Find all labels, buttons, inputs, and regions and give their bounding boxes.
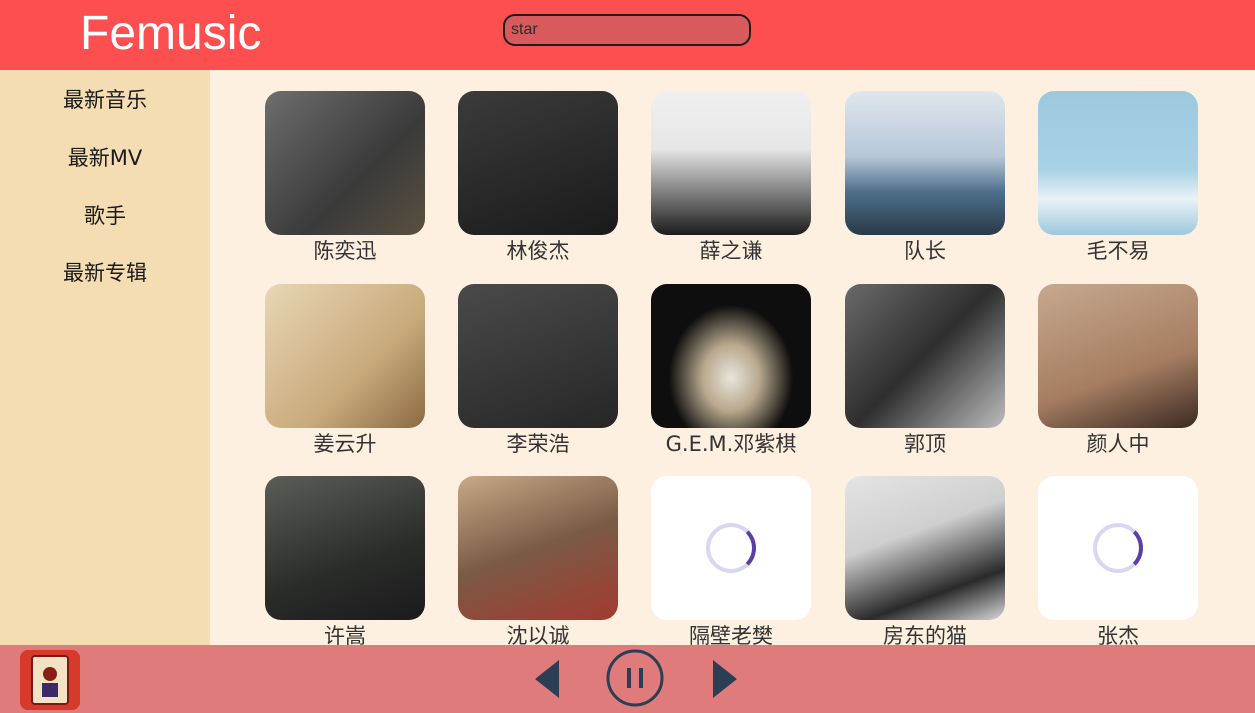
pause-button[interactable] (606, 649, 664, 711)
artist-card[interactable]: 李荣浩 (458, 284, 618, 477)
artist-name: 沈以诚 (506, 624, 570, 645)
next-button[interactable] (710, 658, 740, 704)
artist-name: 林俊杰 (506, 239, 570, 263)
artist-name: 隔壁老樊 (689, 624, 773, 645)
artist-photo (265, 476, 425, 620)
artist-name: 颜人中 (1086, 432, 1150, 456)
artist-photo-loading (651, 476, 811, 620)
artist-card[interactable]: 张杰 (1038, 476, 1198, 645)
artist-photo (458, 476, 618, 620)
artist-card[interactable]: G.E.M.邓紫棋 (651, 284, 811, 477)
artist-photo (845, 284, 1005, 428)
artist-photo (651, 284, 811, 428)
sidebar-item-latest-albums[interactable]: 最新专辑 (0, 257, 210, 287)
artist-name: 许嵩 (324, 624, 366, 645)
artist-photo (458, 91, 618, 235)
artist-photo (265, 284, 425, 428)
artist-card[interactable]: 房东的猫 (845, 476, 1005, 645)
artist-card[interactable]: 姜云升 (265, 284, 425, 477)
search-input[interactable] (503, 14, 751, 46)
artist-photo (845, 91, 1005, 235)
artist-name: 房东的猫 (883, 624, 967, 645)
artist-card[interactable]: 郭顶 (845, 284, 1005, 477)
artist-card[interactable]: 许嵩 (265, 476, 425, 645)
top-bar: Femusic (0, 0, 1255, 70)
sidebar-item-singers[interactable]: 歌手 (0, 200, 210, 230)
artist-name: 毛不易 (1086, 239, 1150, 263)
artist-photo (1038, 91, 1198, 235)
loading-spinner-icon (706, 523, 756, 573)
artist-grid: 陈奕迅 林俊杰 薛之谦 队长 毛不易 姜云升 李荣浩 G.E.M.邓紫棋 郭顶 … (210, 70, 1255, 645)
artist-photo-loading (1038, 476, 1198, 620)
artist-name: G.E.M.邓紫棋 (665, 432, 797, 456)
artist-name: 张杰 (1097, 624, 1139, 645)
artist-card[interactable]: 颜人中 (1038, 284, 1198, 477)
artist-name: 李荣浩 (506, 432, 570, 456)
artist-name: 队长 (904, 239, 946, 263)
prev-button[interactable] (533, 658, 563, 704)
album-cover-art-icon (20, 650, 80, 710)
artist-photo (265, 91, 425, 235)
album-cover[interactable] (20, 650, 80, 710)
loading-spinner-icon (1093, 523, 1143, 573)
artist-name: 郭顶 (904, 432, 946, 456)
artist-card[interactable]: 隔壁老樊 (651, 476, 811, 645)
artist-photo (845, 476, 1005, 620)
app-logo: Femusic (80, 7, 262, 60)
pause-icon (606, 649, 664, 707)
artist-card[interactable]: 毛不易 (1038, 91, 1198, 284)
player-bar (0, 645, 1255, 713)
sidebar-item-latest-mv[interactable]: 最新MV (0, 142, 210, 172)
artist-card[interactable]: 林俊杰 (458, 91, 618, 284)
artist-photo (651, 91, 811, 235)
artist-card[interactable]: 队长 (845, 91, 1005, 284)
artist-photo (458, 284, 618, 428)
artist-card[interactable]: 陈奕迅 (265, 91, 425, 284)
artist-card[interactable]: 沈以诚 (458, 476, 618, 645)
artist-name: 姜云升 (313, 432, 377, 456)
artist-photo (1038, 284, 1198, 428)
sidebar-item-latest-music[interactable]: 最新音乐 (0, 84, 210, 114)
artist-card[interactable]: 薛之谦 (651, 91, 811, 284)
artist-name: 薛之谦 (699, 239, 763, 263)
prev-icon (535, 660, 559, 698)
artist-name: 陈奕迅 (313, 239, 377, 263)
sidebar: 最新音乐 最新MV 歌手 最新专辑 (0, 70, 210, 645)
next-icon (713, 660, 737, 698)
